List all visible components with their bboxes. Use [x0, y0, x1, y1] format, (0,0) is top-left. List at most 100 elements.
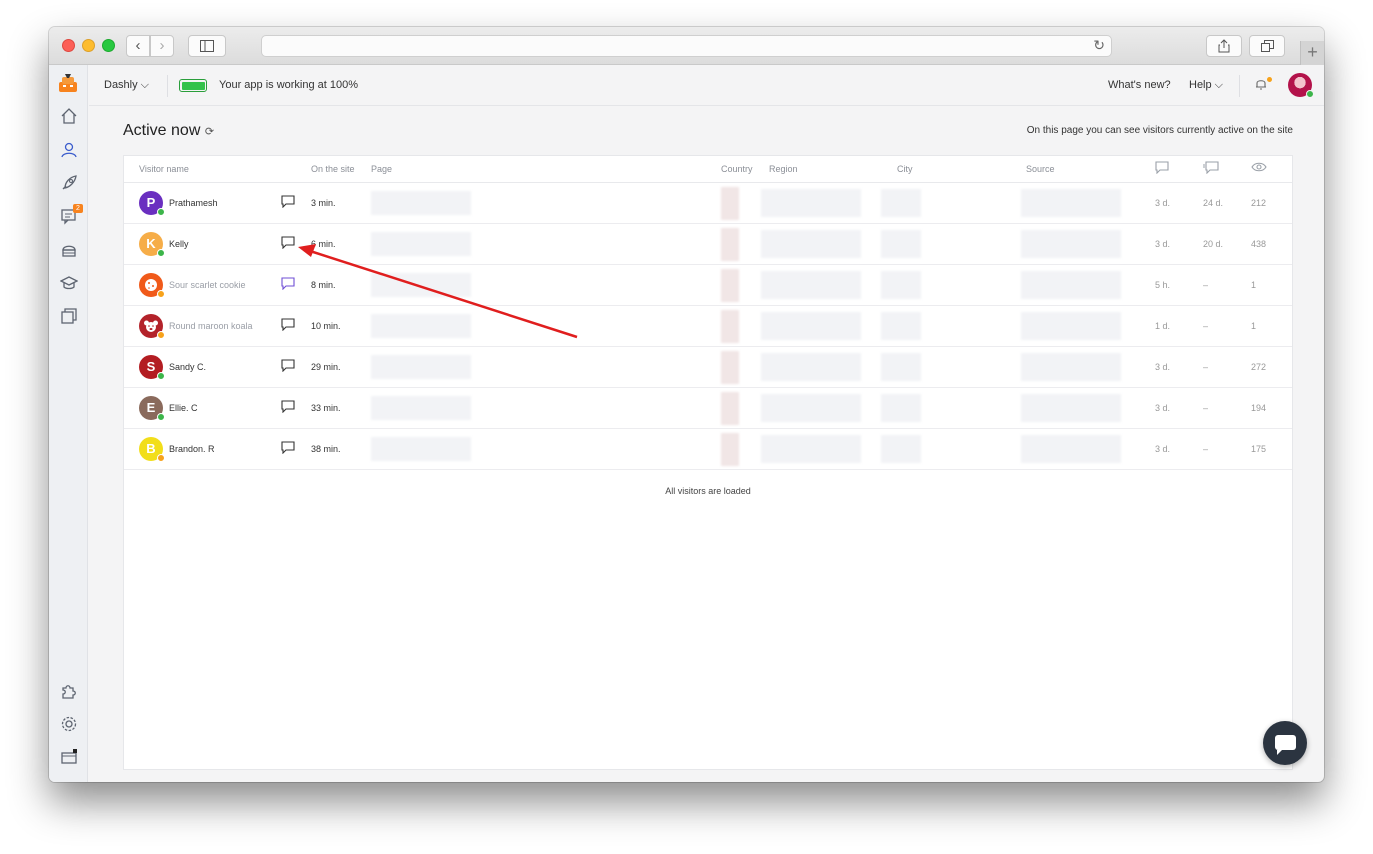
start-chat-icon[interactable]	[281, 236, 295, 252]
notification-dot	[1267, 77, 1272, 82]
table-row[interactable]: P Prathamesh 3 min. 3 d. 24 d. 212	[124, 183, 1292, 224]
online-status-dot	[1306, 90, 1314, 98]
start-chat-icon[interactable]	[281, 195, 295, 211]
chat-widget-button[interactable]	[1263, 721, 1307, 765]
page-title: Active now ⟳	[123, 122, 214, 140]
last-seen: 1 d.	[1155, 321, 1171, 331]
chats-icon[interactable]: 2	[58, 204, 83, 229]
graduation-cap-icon[interactable]	[58, 274, 80, 296]
city-cell-redacted	[881, 312, 921, 340]
table-row[interactable]: Sour scarlet cookie 8 min. 5 h. – 1	[124, 265, 1292, 306]
time-on-site: 33 min.	[311, 403, 341, 413]
page-views: 212	[1251, 198, 1267, 208]
city-cell-redacted	[881, 230, 921, 258]
show-tabs-button[interactable]	[1249, 35, 1285, 57]
column-city[interactable]: City	[897, 164, 913, 174]
table-row[interactable]: S Sandy C. 29 min. 3 d. – 272	[124, 347, 1292, 388]
start-chat-icon[interactable]	[281, 400, 295, 416]
country-cell-redacted	[721, 310, 739, 343]
visitor-status-dot	[157, 372, 165, 380]
visitor-avatar[interactable]	[139, 314, 165, 339]
avatar-initial: B	[146, 441, 156, 456]
start-chat-icon[interactable]	[281, 277, 295, 293]
back-button[interactable]: ‹	[126, 35, 150, 57]
visitor-name[interactable]: Kelly	[169, 239, 189, 249]
visitor-name[interactable]: Round maroon koala	[169, 321, 253, 331]
visitor-name[interactable]: Sandy C.	[169, 362, 206, 372]
rocket-icon[interactable]	[58, 174, 80, 196]
visitor-avatar[interactable]	[139, 273, 165, 298]
sidebar-toggle-button[interactable]	[188, 35, 226, 57]
column-on-site[interactable]: On the site	[311, 164, 355, 174]
city-cell-redacted	[881, 353, 921, 381]
visitor-avatar[interactable]: S	[139, 355, 165, 380]
region-cell-redacted	[761, 189, 861, 217]
start-chat-icon[interactable]	[281, 318, 295, 334]
new-tab-button[interactable]: +	[1300, 41, 1324, 65]
page-views: 272	[1251, 362, 1267, 372]
country-cell-redacted	[721, 228, 739, 261]
eye-icon[interactable]	[1251, 161, 1267, 176]
start-chat-icon[interactable]	[281, 441, 295, 457]
minimize-window-button[interactable]	[82, 39, 95, 52]
visitor-name[interactable]: Prathamesh	[169, 198, 218, 208]
bell-icon[interactable]	[1255, 77, 1267, 93]
page-cell-redacted	[371, 314, 471, 338]
last-seen: 3 d.	[1155, 403, 1171, 413]
page-views: 1	[1251, 321, 1257, 331]
visitor-avatar[interactable]: K	[139, 232, 165, 257]
forward-button[interactable]: ›	[150, 35, 174, 57]
table-row[interactable]: E Ellie. C 33 min. 3 d. – 194	[124, 388, 1292, 429]
visitor-avatar[interactable]: E	[139, 396, 165, 421]
conversation-column-icon[interactable]	[1203, 161, 1219, 177]
page-title-text: Active now	[123, 122, 201, 139]
column-region[interactable]: Region	[769, 164, 798, 174]
page-cell-redacted	[371, 355, 471, 379]
visitor-name[interactable]: Brandon. R	[169, 444, 215, 454]
visitor-name[interactable]: Ellie. C	[169, 403, 198, 413]
visitor-avatar[interactable]: B	[139, 437, 165, 462]
last-conversation: –	[1203, 444, 1209, 454]
city-cell-redacted	[881, 394, 921, 422]
header-divider	[1239, 75, 1240, 97]
puzzle-icon[interactable]	[58, 682, 80, 704]
app-header: Dashly ⌵ Your app is working at 100% Wha…	[89, 66, 1324, 106]
avatar-initial: K	[146, 236, 156, 251]
billing-icon[interactable]	[58, 748, 80, 770]
column-visitor-name[interactable]: Visitor name	[139, 164, 189, 174]
home-icon[interactable]	[58, 107, 80, 129]
refresh-icon[interactable]: ⟳	[205, 126, 214, 138]
dashly-logo[interactable]	[56, 73, 80, 95]
share-button[interactable]	[1206, 35, 1242, 57]
battery-fill	[181, 81, 205, 90]
visitor-avatar[interactable]: P	[139, 191, 165, 216]
address-bar[interactable]: ↻	[261, 35, 1112, 57]
cake-icon[interactable]	[58, 241, 80, 263]
avatar-initial: P	[146, 195, 156, 210]
visitor-name[interactable]: Sour scarlet cookie	[169, 280, 246, 290]
column-source[interactable]: Source	[1026, 164, 1055, 174]
user-avatar[interactable]	[1288, 73, 1314, 98]
sidebar-icon	[200, 40, 214, 52]
browser-toolbar: ‹ › ↻ +	[49, 27, 1324, 65]
project-switcher[interactable]: Dashly ⌵	[104, 79, 149, 92]
app-health-battery-icon	[179, 79, 207, 92]
region-cell-redacted	[761, 435, 861, 463]
whats-new-link[interactable]: What's new?	[1108, 79, 1171, 91]
zoom-window-button[interactable]	[102, 39, 115, 52]
reload-icon[interactable]: ↻	[1093, 37, 1105, 54]
column-page[interactable]: Page	[371, 164, 392, 174]
chat-column-icon[interactable]	[1155, 161, 1169, 177]
close-window-button[interactable]	[62, 39, 75, 52]
country-cell-redacted	[721, 269, 739, 302]
table-row[interactable]: Round maroon koala 10 min. 1 d. – 1	[124, 306, 1292, 347]
column-country[interactable]: Country	[721, 164, 753, 174]
last-conversation: –	[1203, 362, 1209, 372]
start-chat-icon[interactable]	[281, 359, 295, 375]
table-row[interactable]: B Brandon. R 38 min. 3 d. – 175	[124, 429, 1292, 470]
help-menu[interactable]: Help ⌵	[1189, 79, 1223, 92]
gear-icon[interactable]	[58, 715, 80, 737]
users-icon[interactable]	[58, 141, 80, 163]
table-row[interactable]: K Kelly 6 min. 3 d. 20 d. 438	[124, 224, 1292, 265]
layers-icon[interactable]	[58, 307, 80, 329]
